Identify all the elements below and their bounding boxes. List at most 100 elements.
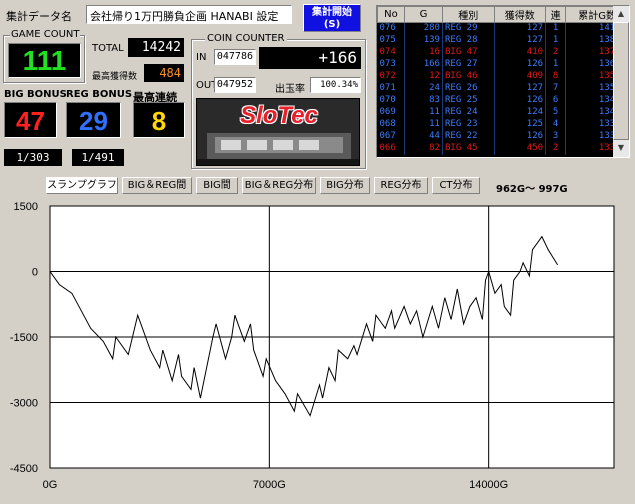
max-payout-display: 484 — [144, 64, 184, 82]
tab-slump-graph[interactable]: スランプグラフ — [46, 177, 118, 194]
history-cell: 24 — [404, 82, 443, 95]
game-count-label: GAME COUNT — [10, 29, 81, 40]
history-row[interactable]: 076280REG 29127114131 — [377, 22, 629, 35]
history-cell: REG 26 — [442, 82, 495, 95]
history-row[interactable]: 075139REG 28127113841 — [377, 34, 629, 47]
col-header-type[interactable]: 種別 — [441, 6, 495, 23]
history-cell: REG 29 — [442, 22, 495, 35]
history-table[interactable]: No G 種別 獲得数 連 累計G数 076280REG 29127114131… — [376, 5, 630, 158]
y-tick-label: -4500 — [10, 463, 38, 475]
y-tick-label: -3000 — [10, 398, 38, 410]
history-cell: 44 — [404, 130, 443, 143]
history-cell: 126 — [494, 94, 547, 107]
big-bonus-display: 47 — [4, 102, 57, 138]
history-cell: REG 25 — [442, 94, 495, 107]
history-row[interactable]: 07083REG 25126613484 — [377, 94, 629, 107]
history-cell: 066 — [377, 142, 405, 155]
history-row[interactable]: 06911REG 24124513401 — [377, 106, 629, 119]
history-cell: BIG 46 — [442, 70, 495, 83]
history-row[interactable]: 06682BIG 45450213335 — [377, 142, 629, 155]
coin-in-label: IN — [196, 52, 207, 63]
history-cell: 5 — [545, 106, 567, 119]
logo-text: SloTec — [240, 102, 318, 129]
reg-bonus-label: REG BONUS — [66, 89, 133, 100]
history-cell: 075 — [377, 34, 405, 47]
history-body: 076280REG 29127114131075139REG 281271138… — [377, 22, 629, 155]
history-cell: 16 — [404, 46, 443, 59]
reg-bonus-display: 29 — [66, 102, 121, 138]
reg-bonus-ratio: 1/491 — [72, 149, 124, 166]
history-row[interactable]: 07416BIG 47410213702 — [377, 46, 629, 59]
max-payout-label: 最高獲得数 — [92, 72, 138, 82]
tab-big-distribution[interactable]: BIG分布 — [320, 177, 370, 194]
history-cell: 125 — [494, 118, 547, 131]
start-aggregation-button[interactable]: 集計開始 (S) — [303, 4, 361, 32]
history-cell: 410 — [494, 46, 547, 59]
scroll-up-icon[interactable]: ▲ — [613, 6, 629, 22]
history-grid: No G 種別 獲得数 連 累計G数 076280REG 29127114131… — [377, 6, 629, 155]
history-cell: 1 — [545, 58, 567, 71]
col-header-no[interactable]: No — [377, 6, 405, 23]
scroll-down-icon[interactable]: ▼ — [613, 140, 629, 156]
history-cell: 2 — [545, 142, 567, 155]
history-cell: 2 — [545, 46, 567, 59]
history-row[interactable]: 073166REG 27126113686 — [377, 58, 629, 71]
history-cell: 076 — [377, 22, 405, 35]
history-cell: BIG 45 — [442, 142, 495, 155]
history-cell: 6 — [545, 94, 567, 107]
slump-graph: 1500 0 -1500 -3000 -4500 0G 7000G 14000G — [10, 201, 615, 491]
tab-big-reg-interval[interactable]: BIG＆REG間 — [122, 177, 192, 194]
history-row[interactable]: 06811REG 23125413390 — [377, 118, 629, 131]
tab-ct-distribution[interactable]: CT分布 — [432, 177, 480, 194]
history-cell: REG 22 — [442, 130, 495, 143]
coin-out-display: 047952 — [214, 77, 256, 93]
col-header-game[interactable]: G — [403, 6, 443, 23]
tab-reg-distribution[interactable]: REG分布 — [374, 177, 428, 194]
tab-big-reg-distribution[interactable]: BIG＆REG分布 — [242, 177, 316, 194]
history-cell: 450 — [494, 142, 547, 155]
x-tick-label: 0G — [43, 479, 58, 491]
history-cell: 8 — [545, 70, 567, 83]
history-cell: 071 — [377, 82, 405, 95]
coin-diff-display: +166 — [259, 47, 361, 69]
start-button-label: 集計開始 — [312, 7, 352, 18]
history-cell: BIG 47 — [442, 46, 495, 59]
col-header-payout[interactable]: 獲得数 — [493, 6, 547, 23]
history-cell: 12 — [404, 70, 443, 83]
coin-in-display: 047786 — [214, 49, 256, 65]
history-cell: 067 — [377, 130, 405, 143]
y-tick-label: -1500 — [10, 332, 38, 344]
scroll-thumb[interactable] — [613, 22, 629, 140]
payout-rate-display: 100.34% — [310, 77, 361, 93]
history-cell: 127 — [494, 34, 547, 47]
big-bonus-ratio: 1/303 — [4, 149, 62, 166]
y-tick-label: 1500 — [14, 201, 38, 213]
history-cell: REG 27 — [442, 58, 495, 71]
history-scrollbar[interactable]: ▲ ▼ — [613, 6, 629, 157]
history-cell: 069 — [377, 106, 405, 119]
history-cell: 074 — [377, 46, 405, 59]
total-display: 14242 — [128, 38, 184, 57]
history-cell: 139 — [404, 34, 443, 47]
start-button-shortcut: (S) — [323, 19, 341, 30]
history-cell: 166 — [404, 58, 443, 71]
history-cell: 3 — [545, 130, 567, 143]
total-label: TOTAL — [92, 43, 124, 54]
history-row[interactable]: 07124REG 26127713508 — [377, 82, 629, 95]
history-cell: 1 — [545, 22, 567, 35]
history-row[interactable]: 06744REG 22126313379 — [377, 130, 629, 143]
dataset-name-field[interactable]: 会社帰り1万円勝負企画 HANABI 設定 — [86, 5, 292, 24]
payout-rate-label: 出玉率 — [275, 84, 305, 95]
history-cell: 11 — [404, 106, 443, 119]
history-cell: 068 — [377, 118, 405, 131]
history-row[interactable]: 07212BIG 46409813520 — [377, 70, 629, 83]
history-cell: 127 — [494, 82, 547, 95]
history-cell: 409 — [494, 70, 547, 83]
col-header-streak[interactable]: 連 — [545, 6, 567, 23]
history-cell: REG 23 — [442, 118, 495, 131]
history-cell: REG 28 — [442, 34, 495, 47]
history-header-row: No G 種別 獲得数 連 累計G数 — [377, 6, 629, 23]
history-cell: 073 — [377, 58, 405, 71]
tab-big-interval[interactable]: BIG間 — [196, 177, 238, 194]
game-count-display: 111 — [8, 43, 81, 78]
